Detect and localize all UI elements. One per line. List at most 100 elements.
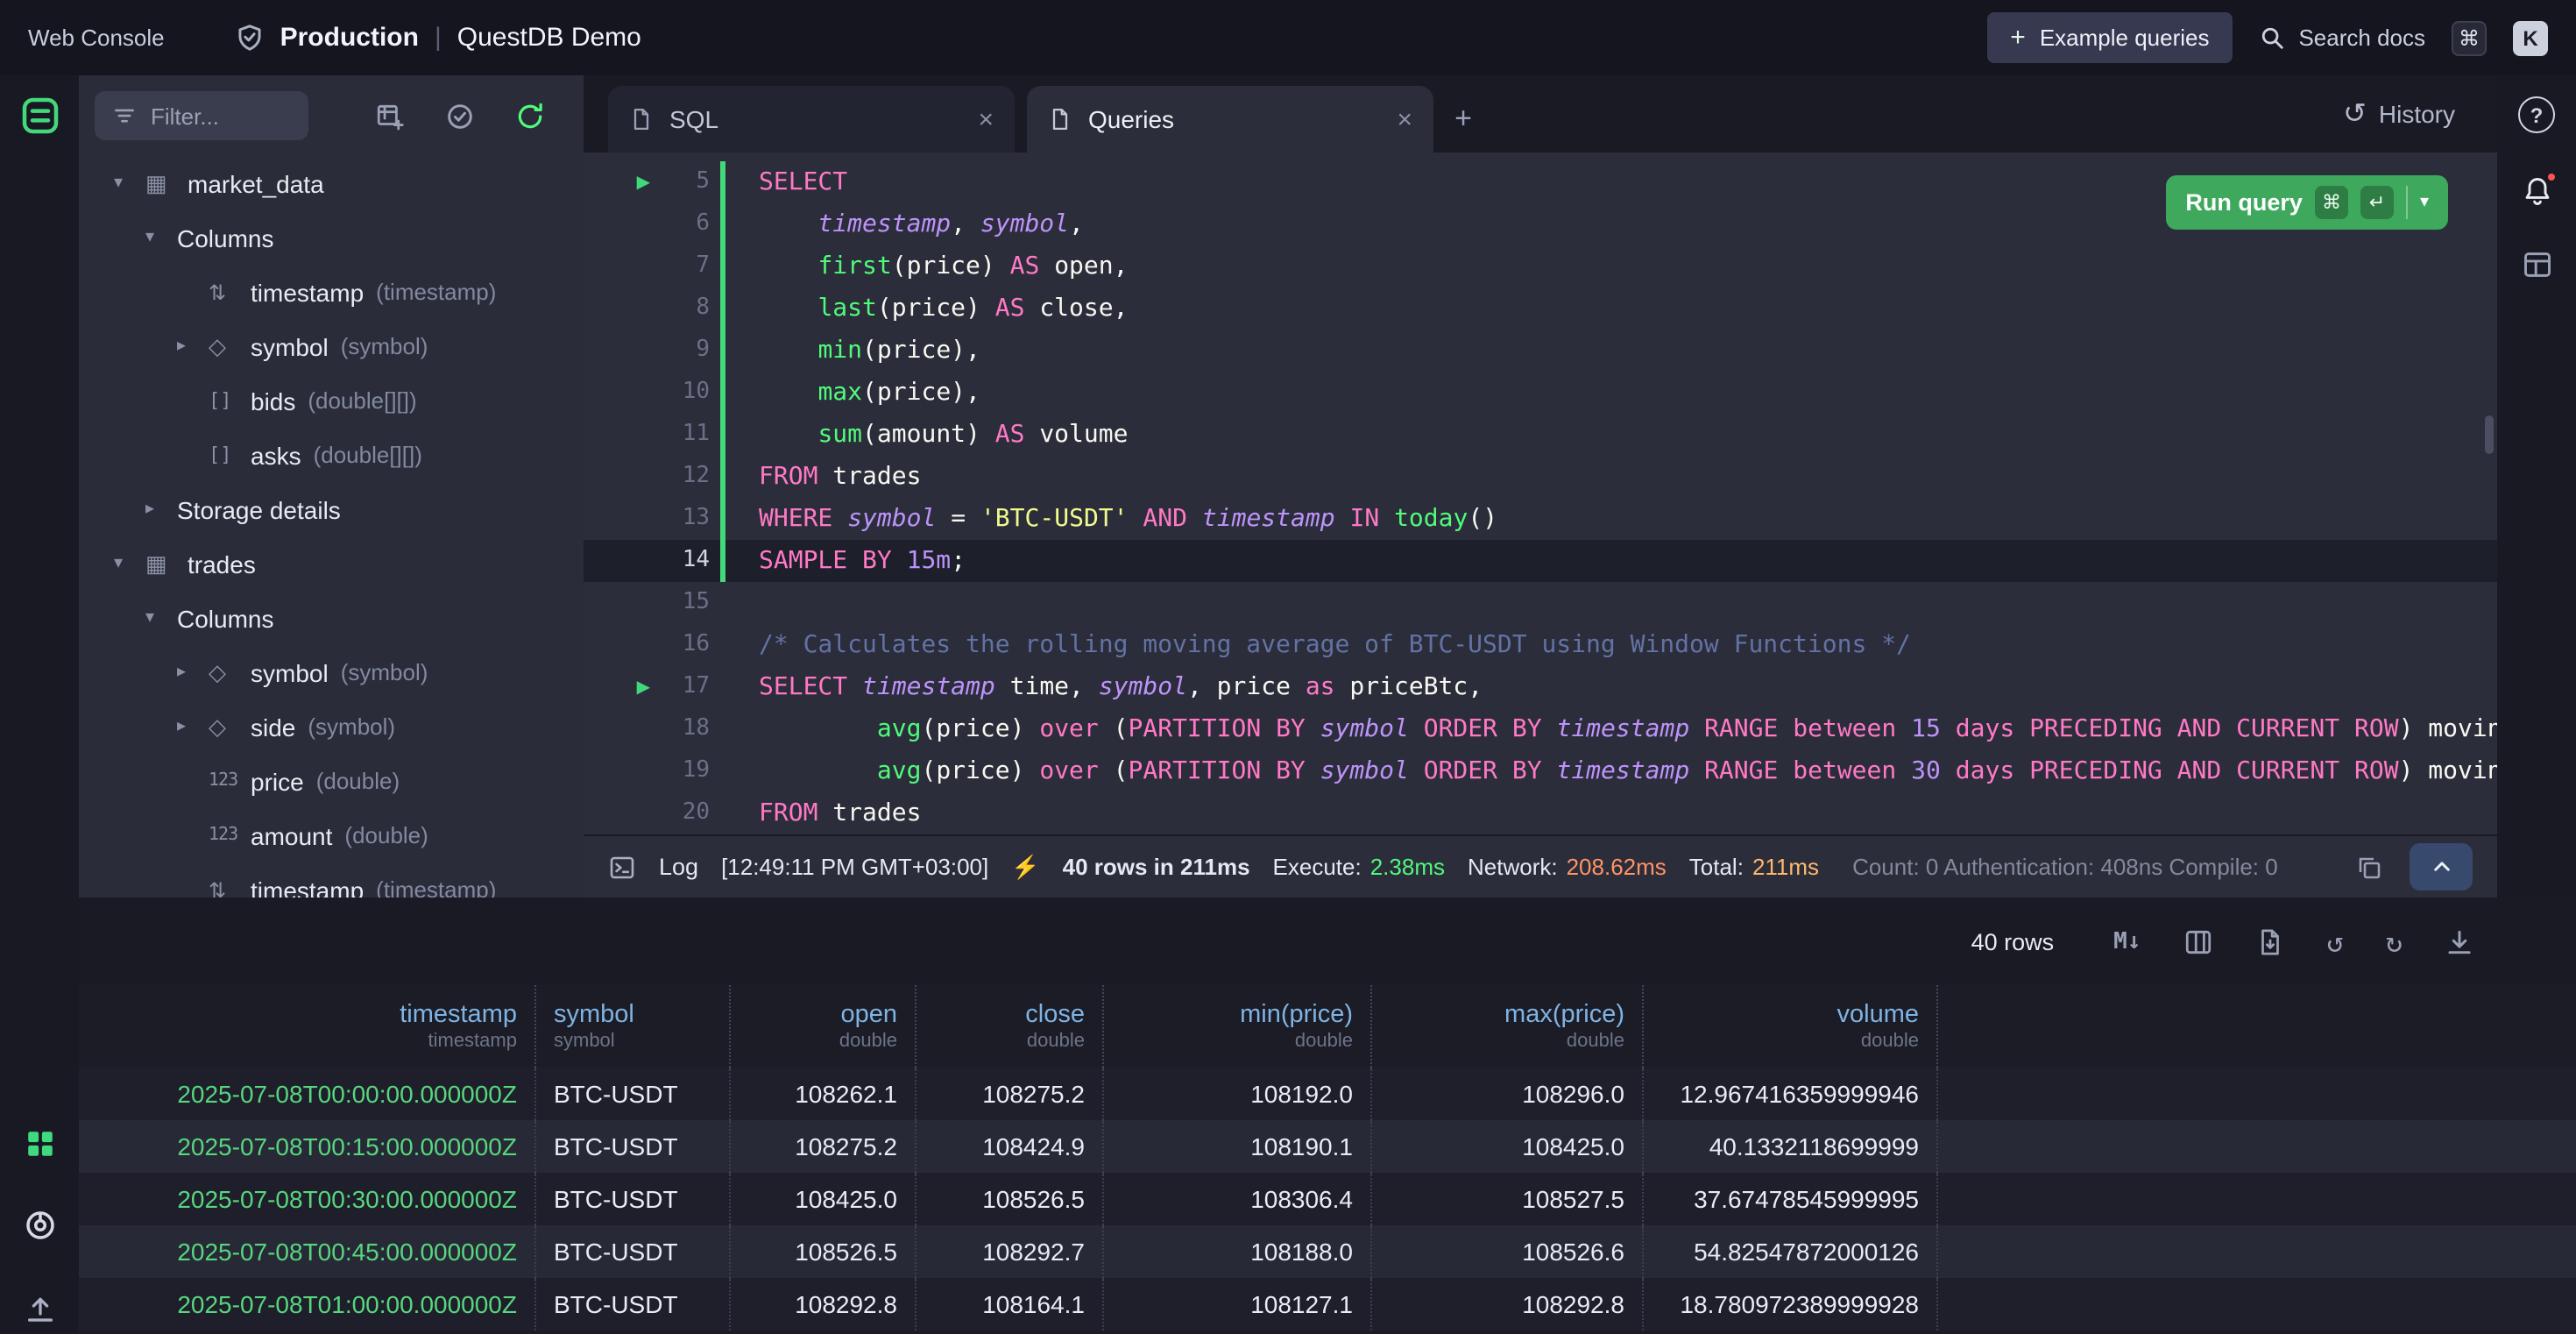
tab-sql[interactable]: SQL ×: [608, 86, 1015, 153]
editor-line-7[interactable]: 7 first(price) AS open,: [584, 245, 2497, 287]
add-table-icon[interactable]: [375, 101, 405, 131]
cell-open[interactable]: 108425.0: [731, 1173, 916, 1225]
cell-timestamp[interactable]: 2025-07-08T00:00:00.000000Z: [79, 1068, 536, 1120]
editor-line-13[interactable]: 13WHERE symbol = 'BTC-USDT' AND timestam…: [584, 498, 2497, 540]
tree-item-amount[interactable]: 123amount(double): [79, 808, 584, 862]
tree-item-symbol[interactable]: ▸◇symbol(symbol): [79, 319, 584, 373]
pie-chart-icon[interactable]: [22, 1208, 57, 1243]
tree-item-market-data[interactable]: ▾▦market_data: [79, 156, 584, 210]
chevron-down-icon[interactable]: ▾: [114, 174, 145, 193]
editor-scrollbar[interactable]: [2485, 415, 2494, 454]
table-row[interactable]: 2025-07-08T00:45:00.000000ZBTC-USDT 10852…: [79, 1225, 2576, 1278]
tree-item-side[interactable]: ▸◇side(symbol): [79, 699, 584, 754]
cell-timestamp[interactable]: 2025-07-08T01:00:00.000000Z: [79, 1278, 536, 1330]
tree-item-symbol[interactable]: ▸◇symbol(symbol): [79, 645, 584, 699]
markdown-icon[interactable]: M↓: [2113, 928, 2141, 954]
close-tab-icon[interactable]: ×: [978, 104, 994, 134]
cell-open[interactable]: 108292.8: [731, 1278, 916, 1330]
tree-item-timestamp[interactable]: ⇅timestamp(timestamp): [79, 265, 584, 319]
cell-timestamp[interactable]: 2025-07-08T00:45:00.000000Z: [79, 1225, 536, 1278]
cell-open[interactable]: 108262.1: [731, 1068, 916, 1120]
cell-symbol[interactable]: BTC-USDT: [536, 1068, 731, 1120]
table-row[interactable]: 2025-07-08T00:30:00.000000ZBTC-USDT10842…: [79, 1173, 2576, 1225]
questdb-logo[interactable]: [18, 95, 60, 137]
editor-line-16[interactable]: 16/* Calculates the rolling moving avera…: [584, 624, 2497, 666]
check-circle-icon[interactable]: [445, 101, 475, 131]
tree-item-timestamp[interactable]: ⇅timestamp(timestamp): [79, 862, 584, 898]
cell-volume[interactable]: 18.780972389999928: [1644, 1278, 1938, 1330]
column-header-close[interactable]: closedouble: [916, 985, 1104, 1068]
cell-max-price-[interactable]: 108425.0: [1372, 1120, 1644, 1173]
table-row[interactable]: 2025-07-08T00:15:00.000000ZBTC-USDT10827…: [79, 1120, 2576, 1173]
new-tab-button[interactable]: +: [1433, 86, 1493, 153]
notifications-button[interactable]: [2521, 175, 2552, 207]
cell-open[interactable]: 108275.2: [731, 1120, 916, 1173]
cell-max-price-[interactable]: 108526.6: [1372, 1225, 1644, 1278]
editor-line-9[interactable]: 9 min(price),: [584, 330, 2497, 372]
cell-max-price-[interactable]: 108292.8: [1372, 1278, 1644, 1330]
editor-line-8[interactable]: 8 last(price) AS close,: [584, 287, 2497, 330]
column-header-symbol[interactable]: symbolsymbol: [536, 985, 731, 1068]
run-query-button[interactable]: Run query ⌘ ↵ ▾: [2166, 175, 2448, 230]
cell-max-price-[interactable]: 108296.0: [1372, 1068, 1644, 1120]
run-line-icon[interactable]: ▶: [584, 666, 661, 708]
editor-line-11[interactable]: 11 sum(amount) AS volume: [584, 414, 2497, 456]
editor-line-18[interactable]: 18 avg(price) over (PARTITION BY symbol …: [584, 708, 2497, 750]
sql-editor[interactable]: ▶5SELECT6 timestamp, symbol,7 first(pric…: [584, 153, 2497, 834]
cell-timestamp[interactable]: 2025-07-08T00:30:00.000000Z: [79, 1173, 536, 1225]
example-queries-button[interactable]: + Example queries: [1987, 12, 2232, 63]
cell-volume[interactable]: 54.82547872000126: [1644, 1225, 1938, 1278]
tree-item-bids[interactable]: []bids(double[][]): [79, 373, 584, 428]
cell-volume[interactable]: 37.67478545999995: [1644, 1173, 1938, 1225]
tree-item-asks[interactable]: []asks(double[][]): [79, 428, 584, 482]
copy-icon[interactable]: [2355, 853, 2383, 881]
run-line-icon[interactable]: ▶: [584, 161, 661, 203]
cell-close[interactable]: 108292.7: [916, 1225, 1104, 1278]
cell-max-price-[interactable]: 108527.5: [1372, 1173, 1644, 1225]
collapse-log-button[interactable]: [2410, 843, 2473, 891]
cell-symbol[interactable]: BTC-USDT: [536, 1225, 731, 1278]
tree-item-storage-details[interactable]: ▸Storage details: [79, 482, 584, 536]
cell-volume[interactable]: 12.967416359999946: [1644, 1068, 1938, 1120]
cell-close[interactable]: 108526.5: [916, 1173, 1104, 1225]
export-icon[interactable]: [2254, 926, 2284, 956]
columns-icon[interactable]: [2183, 926, 2212, 956]
upload-icon[interactable]: [23, 1292, 56, 1325]
cell-timestamp[interactable]: 2025-07-08T00:15:00.000000Z: [79, 1120, 536, 1173]
editor-line-20[interactable]: 20FROM trades: [584, 792, 2497, 834]
close-tab-icon[interactable]: ×: [1397, 104, 1412, 134]
tree-item-price[interactable]: 123price(double): [79, 754, 584, 808]
query-history-icon[interactable]: ↺: [2326, 925, 2343, 958]
chevron-right-icon[interactable]: ▸: [177, 337, 209, 356]
cell-min-price-[interactable]: 108190.1: [1104, 1120, 1372, 1173]
cell-min-price-[interactable]: 108306.4: [1104, 1173, 1372, 1225]
tree-item-columns[interactable]: ▾Columns: [79, 210, 584, 265]
grid-view-icon[interactable]: [23, 1127, 56, 1160]
column-header-timestamp[interactable]: timestamptimestamp: [79, 985, 536, 1068]
column-header-volume[interactable]: volumedouble: [1644, 985, 1938, 1068]
chevron-down-icon[interactable]: ▾: [145, 608, 177, 628]
refresh-schema-icon[interactable]: [515, 101, 545, 131]
chevron-down-icon[interactable]: ▾: [114, 554, 145, 573]
cell-min-price-[interactable]: 108188.0: [1104, 1225, 1372, 1278]
history-button[interactable]: ↺ History: [2343, 75, 2455, 153]
tree-item-trades[interactable]: ▾▦trades: [79, 536, 584, 591]
editor-line-15[interactable]: 15: [584, 582, 2497, 624]
log-label[interactable]: Log: [659, 854, 698, 880]
filter-input[interactable]: Filter...: [95, 91, 308, 140]
cell-close[interactable]: 108164.1: [916, 1278, 1104, 1330]
refresh-icon[interactable]: ↻: [2386, 925, 2403, 958]
cell-symbol[interactable]: BTC-USDT: [536, 1278, 731, 1330]
chevron-right-icon[interactable]: ▸: [145, 500, 177, 519]
editor-line-10[interactable]: 10 max(price),: [584, 372, 2497, 414]
cell-volume[interactable]: 40.1332118699999: [1644, 1120, 1938, 1173]
column-header-min-price-[interactable]: min(price)double: [1104, 985, 1372, 1068]
cell-symbol[interactable]: BTC-USDT: [536, 1173, 731, 1225]
table-row[interactable]: 2025-07-08T01:00:00.000000ZBTC-USDT10829…: [79, 1278, 2576, 1330]
chevron-down-icon[interactable]: ▾: [145, 228, 177, 247]
chevron-right-icon[interactable]: ▸: [177, 663, 209, 682]
search-docs-button[interactable]: Search docs: [2258, 25, 2425, 51]
download-icon[interactable]: [2445, 926, 2474, 956]
panels-icon[interactable]: [2521, 249, 2552, 280]
editor-line-19[interactable]: 19 avg(price) over (PARTITION BY symbol …: [584, 750, 2497, 792]
